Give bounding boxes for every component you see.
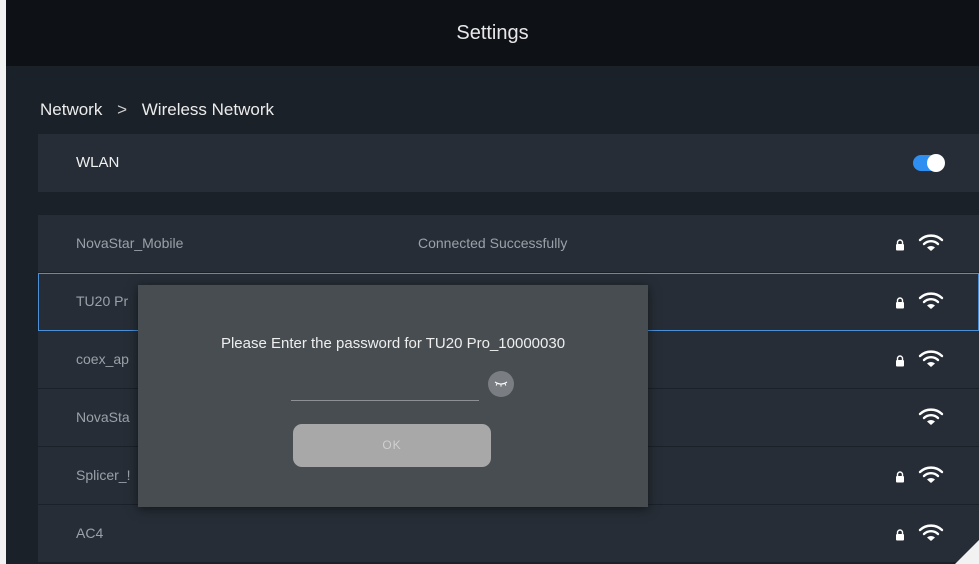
eye-closed-icon	[494, 381, 508, 387]
settings-screen: Settings Network > Wireless Network WLAN…	[6, 0, 979, 564]
network-status: Connected Successfully	[418, 235, 568, 251]
network-name: NovaStar_Mobile	[76, 235, 184, 251]
wifi-icon	[918, 524, 944, 541]
wifi-icon	[918, 466, 944, 483]
network-name: NovaSta	[76, 409, 130, 425]
title-bar: Settings	[6, 0, 979, 66]
wlan-label: WLAN	[76, 154, 120, 171]
breadcrumb-wireless-network: Wireless Network	[141, 100, 275, 119]
breadcrumb-network[interactable]: Network	[40, 100, 102, 119]
ok-button[interactable]: OK	[293, 424, 491, 467]
network-name: coex_ap	[76, 351, 129, 367]
lock-icon	[896, 529, 904, 541]
toggle-knob	[927, 154, 945, 172]
page-title: Settings	[456, 22, 529, 44]
password-dialog: Please Enter the password for TU20 Pro_1…	[138, 285, 648, 507]
lock-icon	[896, 297, 904, 309]
breadcrumb: Network > Wireless Network	[40, 100, 274, 120]
wifi-icon	[918, 408, 944, 425]
lock-icon	[896, 355, 904, 367]
wlan-row[interactable]: WLAN	[38, 134, 979, 192]
network-name: Splicer_!	[76, 467, 131, 483]
wlan-toggle[interactable]	[913, 154, 945, 172]
breadcrumb-separator: >	[117, 100, 128, 119]
lock-icon	[896, 239, 904, 251]
network-item[interactable]: AC4	[38, 505, 979, 563]
dialog-message: Please Enter the password for TU20 Pro_1…	[220, 335, 566, 352]
network-name: AC4	[76, 525, 104, 541]
wifi-icon	[918, 234, 944, 251]
show-password-toggle[interactable]	[488, 371, 514, 397]
corner-fold	[955, 540, 979, 564]
wifi-icon	[918, 350, 944, 367]
password-input[interactable]	[291, 370, 479, 401]
wifi-icon	[918, 292, 944, 309]
network-item[interactable]: NovaStar_Mobile Connected Successfully	[38, 215, 979, 273]
lock-icon	[896, 471, 904, 483]
network-name: TU20 Pr	[76, 293, 129, 309]
